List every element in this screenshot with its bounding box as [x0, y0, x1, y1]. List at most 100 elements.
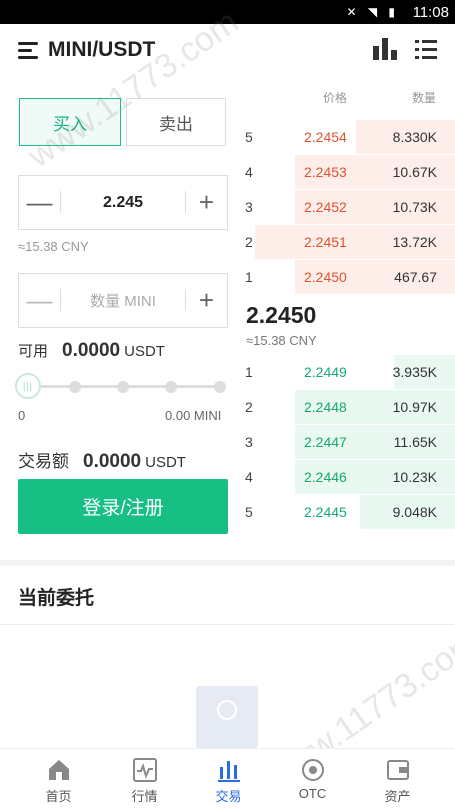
price-minus-button[interactable]: —: [19, 187, 61, 217]
available-unit: USDT: [124, 343, 165, 360]
bid-row[interactable]: 5 2.2445 9.048K: [245, 495, 455, 530]
bottom-tab-bar: 首页 行情 交易 OTC 资产: [0, 748, 455, 810]
tab-buy[interactable]: 买入: [19, 98, 121, 146]
row-qty: 8.330K: [392, 129, 437, 145]
row-index: 2: [245, 399, 253, 415]
bar-chart-icon[interactable]: [371, 38, 399, 60]
quantity-input[interactable]: 数量 MINI: [61, 274, 185, 327]
row-index: 3: [245, 199, 253, 215]
row-qty: 3.935K: [392, 364, 437, 380]
empty-state-image: [196, 686, 258, 748]
market-chart-icon: [132, 758, 157, 782]
row-index: 1: [245, 364, 253, 380]
row-price: 2.2454: [304, 129, 347, 145]
amount-value: 0.0000: [83, 451, 142, 472]
pair-title[interactable]: MINI/USDT: [48, 38, 155, 62]
price-stepper: — 2.245 +: [18, 175, 228, 230]
row-index: 5: [245, 504, 253, 520]
row-index: 1: [245, 269, 253, 285]
tab-label: 首页: [45, 789, 72, 804]
price-input[interactable]: 2.245: [61, 176, 185, 229]
row-qty: 13.72K: [392, 234, 437, 250]
bid-row[interactable]: 1 2.2449 3.935K: [245, 355, 455, 390]
slider-stop-75[interactable]: [165, 381, 177, 393]
amount-label: 交易额: [18, 452, 69, 471]
row-qty: 9.048K: [392, 504, 437, 520]
tab-label: OTC: [298, 786, 327, 801]
status-time: 11:08: [412, 4, 449, 21]
available-balance: 可用 0.0000 USDT: [18, 340, 165, 362]
row-price: 2.2447: [304, 434, 347, 450]
status-icons: ✕ ◥ ▮: [346, 5, 399, 19]
slider-handle[interactable]: |||: [15, 373, 41, 399]
row-price: 2.2452: [304, 199, 347, 215]
available-label: 可用: [18, 343, 49, 360]
trade-bars-icon: [217, 761, 240, 782]
orderbook-header-qty: 数量: [412, 91, 437, 105]
slider-stop-100[interactable]: [214, 381, 226, 393]
row-price: 2.2453: [304, 164, 347, 180]
bid-row[interactable]: 4 2.2446 10.23K: [245, 460, 455, 495]
orderbook-header-price: 价格: [323, 91, 348, 105]
row-price: 2.2449: [304, 364, 347, 380]
ask-row[interactable]: 5 2.2454 8.330K: [245, 120, 455, 155]
row-qty: 10.67K: [392, 164, 437, 180]
row-index: 3: [245, 434, 253, 450]
tab-assets[interactable]: 资产: [352, 749, 443, 810]
tab-label: 行情: [131, 789, 158, 804]
tab-label: 资产: [384, 789, 411, 804]
last-price: 2.2450: [246, 302, 317, 328]
orders-divider: [0, 624, 455, 625]
tab-market[interactable]: 行情: [99, 749, 190, 810]
home-icon: [48, 760, 69, 780]
list-icon[interactable]: [415, 38, 437, 60]
bid-row[interactable]: 2 2.2448 10.97K: [245, 390, 455, 425]
menu-icon[interactable]: [18, 42, 38, 60]
quantity-stepper: — 数量 MINI +: [18, 273, 228, 328]
top-bar: MINI/USDT: [0, 24, 455, 76]
row-index: 5: [245, 129, 253, 145]
amount-slider[interactable]: |||: [15, 373, 228, 399]
row-price: 2.2448: [304, 399, 347, 415]
price-plus-button[interactable]: +: [185, 187, 227, 217]
wallet-icon: [386, 760, 409, 780]
ask-row[interactable]: 2 2.2451 13.72K: [245, 225, 455, 260]
row-index: 2: [245, 234, 253, 250]
quantity-placeholder: 数量 MINI: [90, 293, 156, 310]
row-price: 2.2446: [304, 469, 347, 485]
row-price: 2.2451: [304, 234, 347, 250]
row-qty: 11.65K: [393, 434, 437, 450]
current-orders-title: 当前委托: [18, 588, 95, 609]
ask-row[interactable]: 3 2.2452 10.73K: [245, 190, 455, 225]
tab-trade[interactable]: 交易: [183, 749, 274, 810]
slider-stop-25[interactable]: [69, 381, 81, 393]
row-index: 4: [245, 164, 253, 180]
available-value: 0.0000: [62, 340, 121, 361]
quantity-minus-button[interactable]: —: [19, 285, 61, 315]
section-divider: [0, 560, 455, 566]
price-cny: ≈15.38 CNY: [18, 239, 89, 254]
row-price: 2.2450: [304, 269, 347, 285]
tab-sell[interactable]: 卖出: [126, 98, 226, 146]
row-qty: 467.67: [394, 269, 437, 285]
ask-row[interactable]: 4 2.2453 10.67K: [245, 155, 455, 190]
slider-min-label: 0: [18, 408, 26, 423]
slider-stop-50[interactable]: [117, 381, 129, 393]
amount-unit: USDT: [145, 454, 186, 471]
tab-otc[interactable]: OTC: [267, 749, 358, 810]
row-price: 2.2445: [304, 504, 347, 520]
row-qty: 10.97K: [392, 399, 437, 415]
slider-max-label: 0.00 MINI: [165, 408, 222, 423]
status-bar: ✕ ◥ ▮ 11:08: [0, 0, 455, 24]
login-register-button[interactable]: 登录/注册: [18, 479, 228, 534]
quantity-plus-button[interactable]: +: [185, 285, 227, 315]
tab-home[interactable]: 首页: [13, 749, 104, 810]
trade-amount: 交易额 0.0000 USDT: [18, 447, 186, 473]
row-qty: 10.23K: [392, 469, 437, 485]
tab-label: 交易: [215, 789, 242, 804]
ask-row[interactable]: 1 2.2450 467.67: [245, 260, 455, 295]
row-qty: 10.73K: [392, 199, 437, 215]
last-price-cny: ≈15.38 CNY: [246, 333, 317, 348]
otc-icon: [301, 759, 324, 781]
bid-row[interactable]: 3 2.2447 11.65K: [245, 425, 455, 460]
